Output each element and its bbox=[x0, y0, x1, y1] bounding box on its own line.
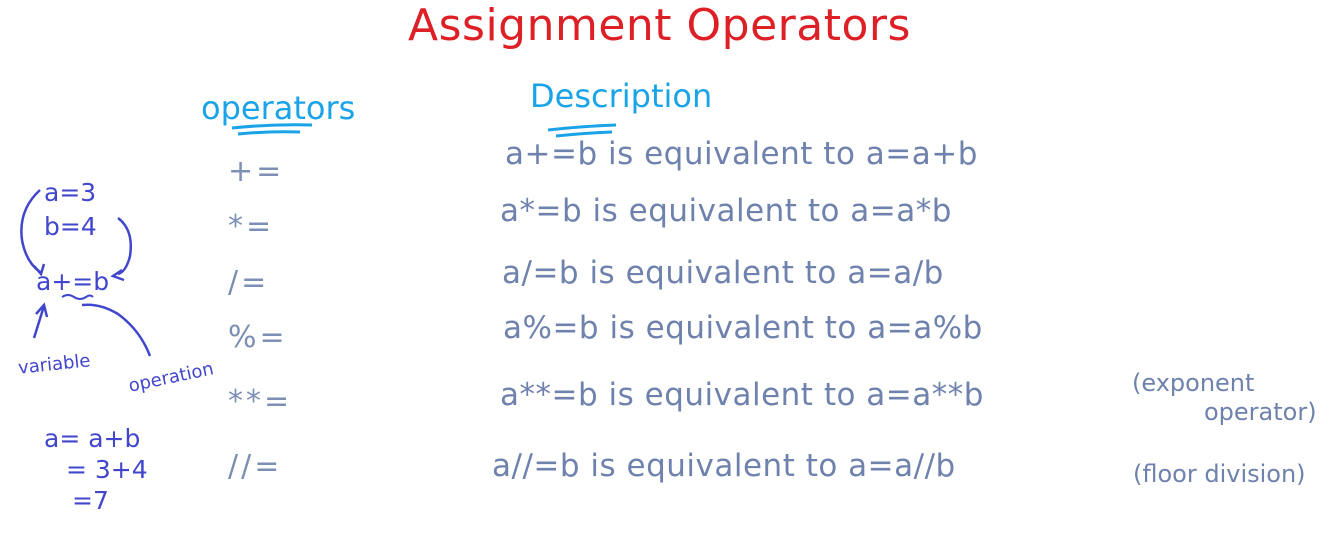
left-bracket-arrow-icon bbox=[20, 189, 41, 274]
operator-floor-divide-equals: //= bbox=[228, 449, 283, 484]
example-calc-line-2: = 3+4 bbox=[66, 455, 148, 484]
description-row-3: a/=b is equivalent to a=a/b bbox=[502, 255, 944, 291]
floor-division-note: (floor division) bbox=[1133, 460, 1306, 488]
operation-label: operation bbox=[126, 358, 216, 397]
variable-label: variable bbox=[17, 350, 92, 379]
operators-header: operators bbox=[201, 89, 356, 127]
description-underline-icon bbox=[547, 123, 617, 132]
description-row-1: a+=b is equivalent to a=a+b bbox=[505, 136, 978, 172]
description-row-6: a//=b is equivalent to a=a//b bbox=[492, 448, 956, 484]
example-calc-line-1: a= a+b bbox=[44, 424, 141, 453]
operator-modulo-equals: %= bbox=[228, 320, 288, 355]
example-expression: a+=b bbox=[36, 267, 110, 296]
exponent-note-line-1: (exponent bbox=[1132, 369, 1255, 397]
description-header: Description bbox=[530, 77, 713, 115]
operator-divide-equals: /= bbox=[228, 265, 270, 300]
right-bracket-arrow-icon bbox=[117, 217, 132, 276]
page-title: Assignment Operators bbox=[408, 0, 911, 51]
example-a-assign: a=3 bbox=[44, 178, 97, 207]
operator-plus-equals: += bbox=[228, 154, 285, 189]
description-row-2: a*=b is equivalent to a=a*b bbox=[500, 193, 952, 229]
description-row-4: a%=b is equivalent to a=a%b bbox=[503, 310, 983, 346]
example-calc-line-3: =7 bbox=[72, 486, 109, 515]
operation-pointer-icon bbox=[81, 303, 152, 357]
exponent-note-line-2: operator) bbox=[1204, 398, 1317, 426]
example-b-assign: b=4 bbox=[44, 212, 97, 241]
variable-arrow-icon bbox=[32, 305, 46, 339]
operator-multiply-equals: *= bbox=[228, 209, 275, 244]
description-row-5: a**=b is equivalent to a=a**b bbox=[500, 377, 984, 413]
operator-exponent-equals: **= bbox=[228, 384, 293, 419]
